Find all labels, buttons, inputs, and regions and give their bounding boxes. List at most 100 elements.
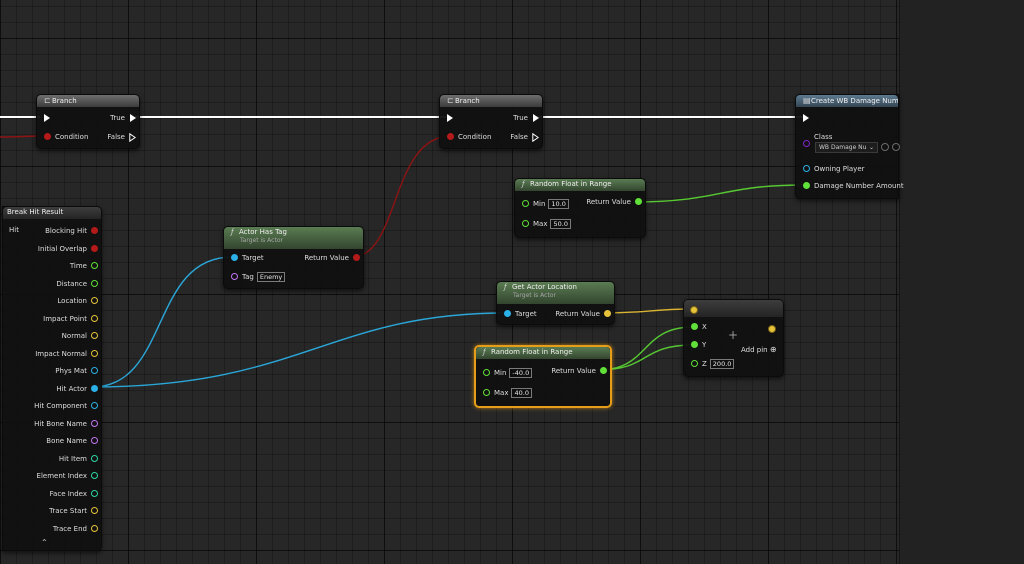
break-hit-result-output-pin[interactable]: Impact Normal [35, 349, 101, 359]
break-hit-result-title: Break Hit Result [7, 208, 64, 216]
break-hit-result-output-pin[interactable]: Hit Actor [56, 384, 101, 394]
break-hit-result-output-pin[interactable]: Hit Item [59, 454, 101, 464]
break-hit-result-output-pin[interactable]: Element Index [37, 471, 101, 481]
branch2-false-pin[interactable]: False [510, 132, 542, 142]
add-pin-button[interactable]: Add pin ⊕ [741, 345, 777, 354]
clear-icon[interactable] [892, 143, 900, 151]
break-hit-result-output-pin[interactable]: Distance [56, 279, 101, 289]
get-actor-location-return-pin[interactable]: Return Value [555, 309, 614, 319]
branch1-true-pin[interactable]: True [110, 113, 139, 123]
break-hit-result-output-pin[interactable]: Normal [62, 331, 101, 341]
break-hit-result-hit-label: Hit [9, 226, 19, 234]
break-hit-result-output-pin[interactable]: Face Index [50, 489, 101, 499]
create-widget-damage-amount-pin[interactable]: Damage Number Amount [800, 181, 904, 191]
break-hit-result-output-label: Time [69, 262, 87, 270]
blueprint-graph-canvas[interactable]: ⊏Branch True Condition False ⊏Branch Tru… [0, 0, 1024, 564]
break-hit-result-output-pin[interactable]: Phys Mat [55, 366, 101, 376]
get-actor-location-title: Get Actor Location [512, 283, 577, 291]
break-hit-result-node[interactable]: Break Hit Result Hit Blocking Hit Initial… [2, 206, 102, 551]
vector-return-pin-icon[interactable] [768, 325, 776, 333]
random1-return-pin[interactable]: Return Value [586, 197, 645, 207]
random-float-node-2[interactable]: ƒ Random Float in Range Min -40.0 Return V… [474, 345, 612, 408]
random-float-node-1[interactable]: ƒ Random Float in Range Min 10.0 Return Va… [514, 178, 646, 238]
break-hit-result-output-pin[interactable]: Blocking Hit [45, 226, 101, 236]
break-hit-result-output-pin[interactable]: Location [57, 296, 101, 306]
create-widget-owning-player-pin[interactable]: Owning Player [800, 164, 865, 174]
bool-wire-tag-to-condition [351, 135, 452, 258]
vector-pin-icon[interactable] [690, 306, 698, 314]
random2-max-label: Max [494, 389, 509, 397]
random2-min-pin[interactable]: Min -40.0 [480, 368, 533, 378]
actor-has-tag-return-label: Return Value [304, 254, 349, 262]
random2-min-input[interactable]: -40.0 [509, 368, 533, 378]
break-hit-result-output-pin[interactable]: Trace End [53, 524, 101, 534]
random2-max-pin[interactable]: Max 40.0 [480, 388, 532, 398]
break-hit-result-output-label: Distance [56, 279, 87, 288]
create-widget-damage-amount-label: Damage Number Amount [814, 182, 904, 190]
make-vector-y-label: Y [702, 341, 707, 349]
browse-icon[interactable] [881, 143, 889, 151]
pin-connector-icon [91, 507, 98, 514]
branch-node-1[interactable]: ⊏Branch True Condition False [36, 94, 140, 149]
f-function-icon: ƒ [522, 180, 525, 188]
break-hit-result-output-label: Bone Name [46, 437, 87, 445]
bool-pin-icon [44, 133, 51, 140]
actor-has-tag-title: Actor Has Tag [239, 228, 287, 236]
actor-has-tag-target-pin[interactable]: Target [228, 253, 264, 263]
create-widget-class-pin[interactable]: Class [800, 132, 832, 147]
actor-has-tag-tag-input[interactable]: Enemy [256, 272, 286, 282]
actor-has-tag-tag-pin[interactable]: Tag Enemy [228, 272, 286, 282]
create-widget-exec-in-pin[interactable] [803, 114, 809, 122]
float-pin-icon [600, 367, 607, 374]
branch2-true-pin[interactable]: True [513, 113, 542, 123]
object-wire-hitactor-to-location [91, 312, 507, 388]
make-vector-x-pin[interactable]: X [688, 322, 707, 332]
random1-min-pin[interactable]: Min 10.0 [519, 199, 569, 209]
actor-has-tag-return-pin[interactable]: Return Value [304, 253, 363, 263]
break-hit-result-output-pin[interactable]: Bone Name [46, 436, 101, 446]
random1-max-pin[interactable]: Max 50.0 [519, 219, 571, 229]
branch1-false-pin[interactable]: False [107, 132, 139, 142]
break-hit-result-output-pin[interactable]: Impact Point [43, 314, 101, 324]
widget-class-dropdown[interactable]: WB Damage Nu ⌄ [815, 142, 878, 153]
break-hit-result-output-label: Blocking Hit [45, 227, 87, 235]
get-actor-location-subtitle: Target is Actor [513, 292, 556, 299]
branch1-condition-pin[interactable]: Condition [41, 132, 88, 142]
branch2-condition-pin[interactable]: Condition [444, 132, 491, 142]
float-pin-icon [691, 360, 698, 367]
actor-has-tag-target-label: Target [242, 254, 264, 262]
make-vector-y-pin[interactable]: Y [688, 340, 706, 350]
break-hit-result-output-pin[interactable]: Time [70, 261, 101, 271]
random2-max-input[interactable]: 40.0 [511, 388, 532, 398]
break-hit-result-hit-pin[interactable]: Hit [9, 225, 19, 235]
random2-return-pin[interactable]: Return Value [551, 366, 610, 376]
break-hit-result-output-pin[interactable]: Hit Bone Name [34, 419, 101, 429]
create-widget-node[interactable]: ▤Create WB Damage Numb Class WB Damage N… [795, 94, 904, 199]
exec-outline-icon [129, 133, 136, 142]
branch2-exec-in-pin[interactable] [447, 114, 453, 122]
branch-node-2-title: Branch [455, 97, 480, 105]
actor-has-tag-node[interactable]: ƒ Actor Has Tag Target is Actor Target Re… [223, 226, 364, 289]
make-vector-node[interactable]: X + Y Add pin ⊕ Z 200.0 [683, 299, 784, 377]
bool-pin-icon [353, 254, 360, 261]
make-vector-z-pin[interactable]: Z 200.0 [688, 359, 735, 369]
break-hit-result-output-label: Hit Actor [56, 384, 87, 393]
break-hit-result-output-pin[interactable]: Hit Component [34, 401, 101, 411]
object-wire-hitactor-to-tag [91, 256, 233, 388]
break-hit-result-output-label: Hit Bone Name [34, 419, 87, 428]
branch1-exec-in-pin[interactable] [44, 114, 50, 122]
random1-max-input[interactable]: 50.0 [550, 219, 571, 229]
pin-connector-icon [91, 524, 98, 532]
random2-min-label: Min [494, 369, 507, 377]
pin-connector-icon [91, 262, 98, 269]
make-vector-z-input[interactable]: 200.0 [709, 359, 735, 369]
break-hit-result-output-pin[interactable]: Initial Overlap [38, 244, 101, 254]
branch-node-2[interactable]: ⊏Branch True Condition False [439, 94, 543, 149]
float-pin-icon [635, 198, 642, 205]
float-pin-icon [803, 182, 810, 189]
collapse-arrow-icon[interactable]: ⌃ [41, 538, 48, 547]
break-hit-result-output-pin[interactable]: Trace Start [49, 506, 101, 516]
random1-min-input[interactable]: 10.0 [548, 199, 569, 209]
get-actor-location-target-pin[interactable]: Target [501, 309, 537, 319]
get-actor-location-node[interactable]: ƒ Get Actor Location Target is Actor Targ… [496, 281, 615, 325]
